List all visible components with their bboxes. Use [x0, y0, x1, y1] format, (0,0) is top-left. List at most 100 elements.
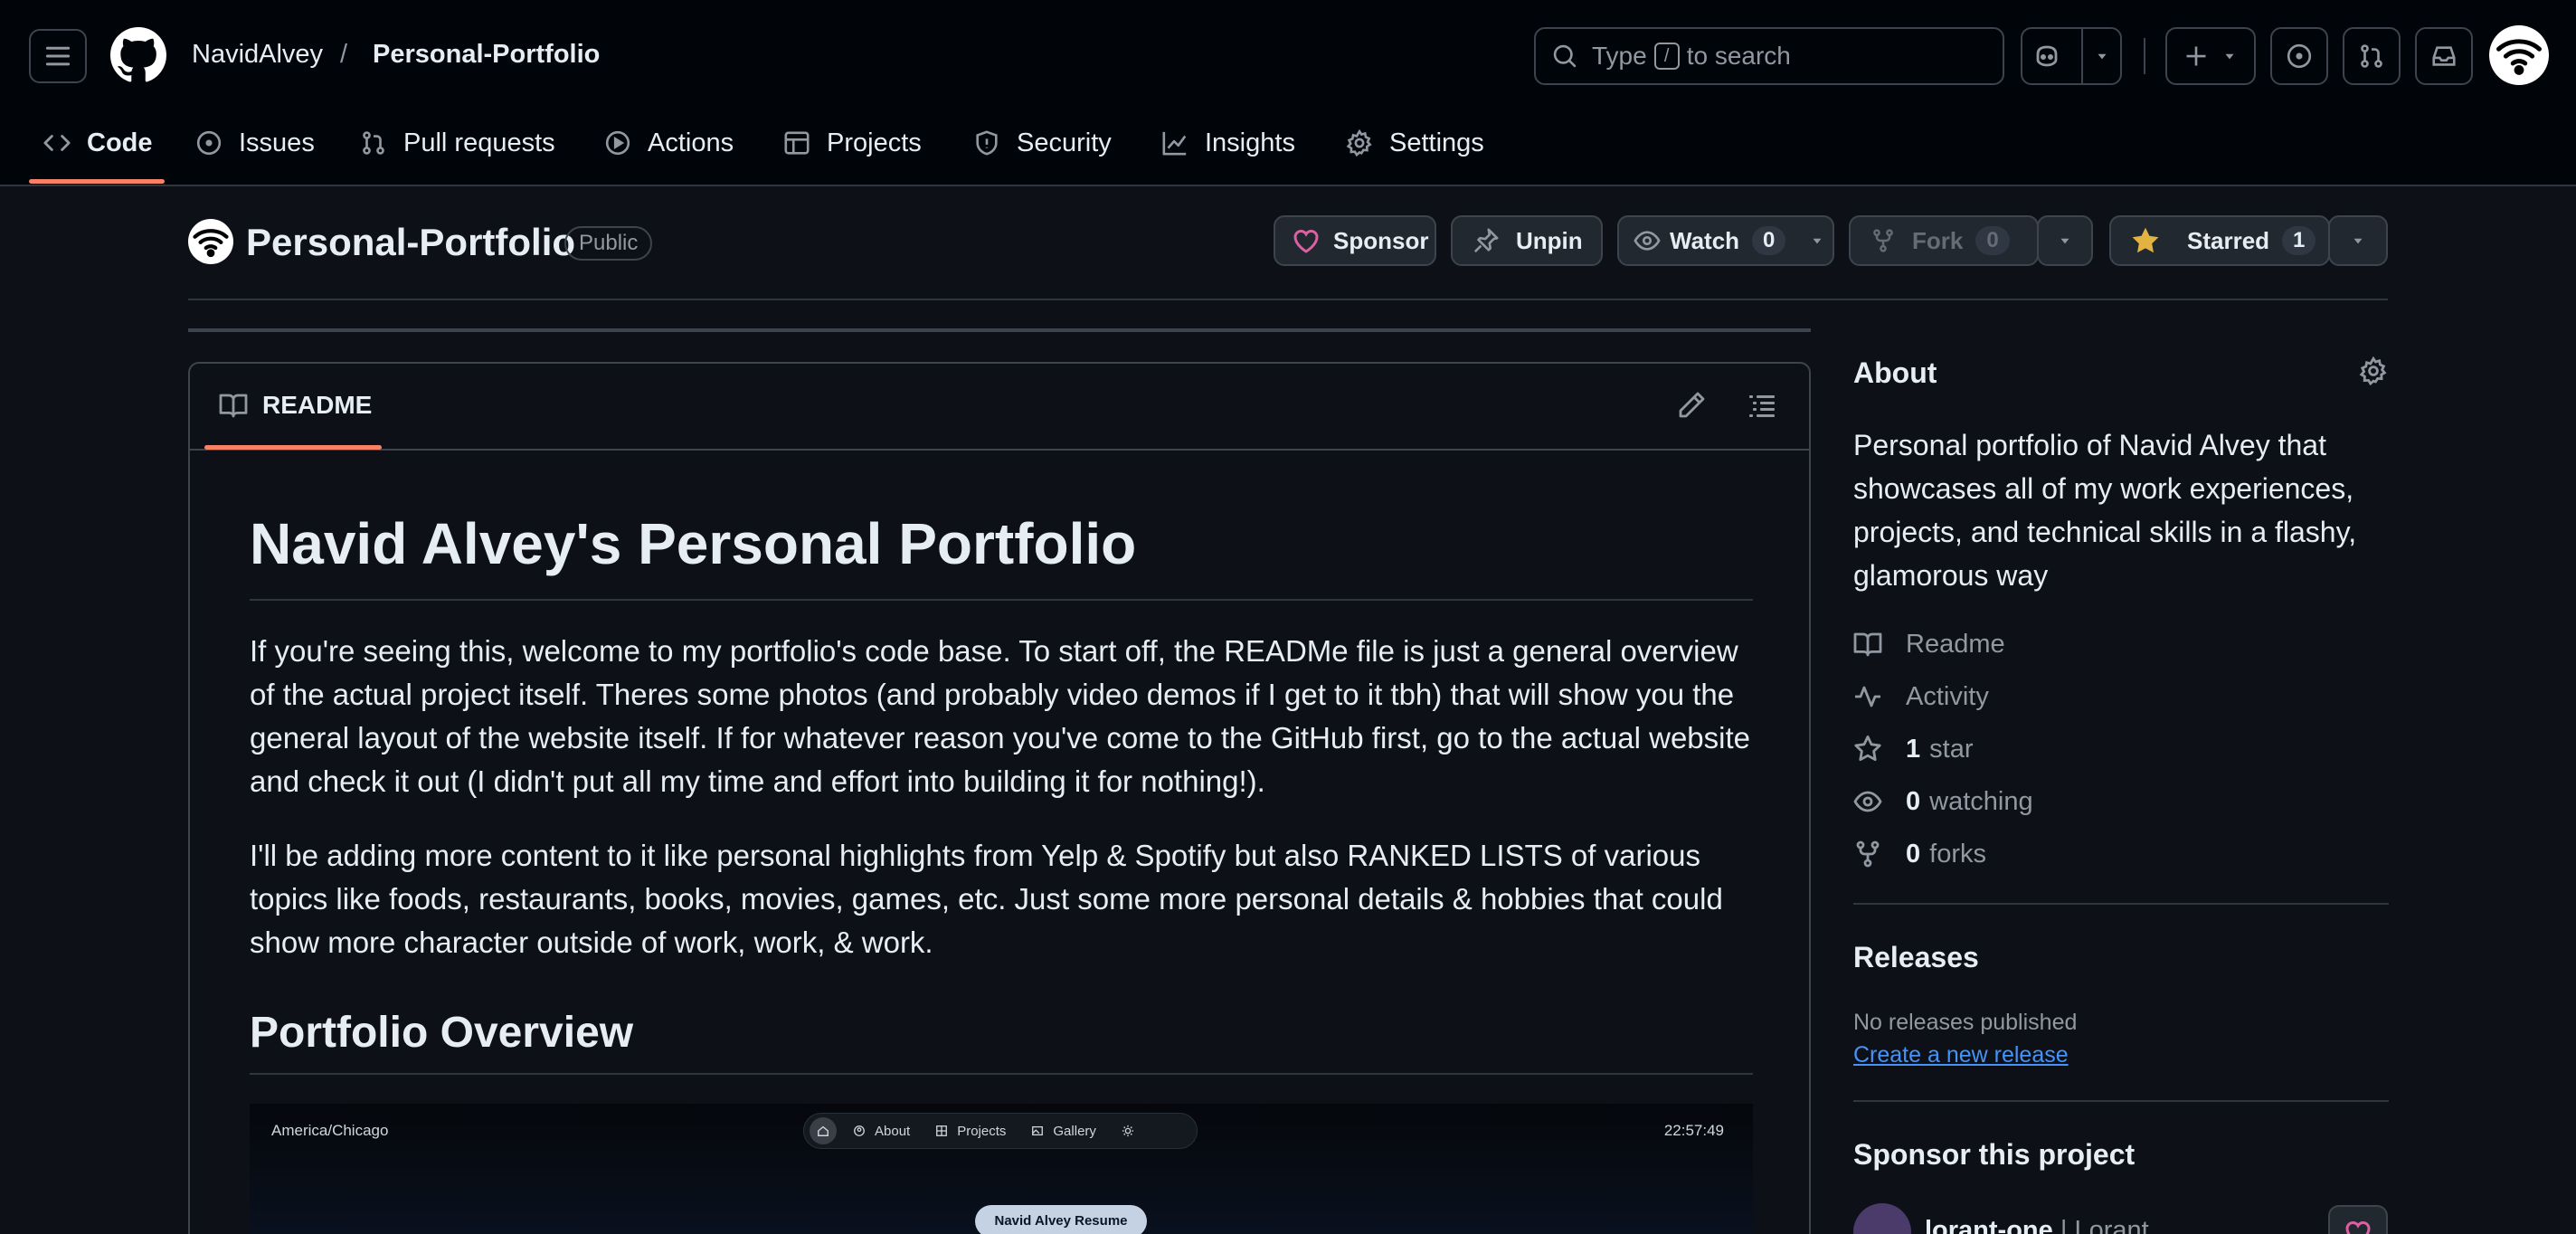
sidebar-readme-link[interactable]: Readme — [1853, 626, 2005, 662]
sponsor-user[interactable]: lorant-one | Lorant — [1925, 1216, 2149, 1234]
avatar[interactable] — [2489, 25, 2549, 85]
preview-nav-gallery: Gallery — [1053, 1123, 1096, 1139]
readme-tab-label: README — [262, 391, 373, 419]
watching-count: 0 — [1906, 786, 1921, 816]
tab-issues[interactable]: Issues — [195, 123, 315, 163]
issues-button[interactable] — [2270, 27, 2328, 85]
preview-nav-projects: Projects — [957, 1123, 1007, 1139]
copilot-icon — [2036, 45, 2058, 67]
sun-icon — [1122, 1125, 1134, 1137]
fork-icon — [1856, 840, 1880, 868]
fork-count: 0 — [1975, 226, 2010, 255]
heart-icon — [1293, 230, 1319, 253]
content-divider — [188, 328, 1811, 332]
unpin-label: Unpin — [1516, 226, 1583, 254]
chevron-down-icon[interactable] — [1809, 233, 1825, 249]
repo-header-divider — [188, 299, 2388, 300]
starred-label: Starred — [2187, 226, 2270, 254]
watch-label: Watch — [1670, 226, 1740, 254]
global-header: NavidAlvey / Personal-Portfolio Type / t… — [0, 0, 2576, 186]
starred-button[interactable]: Starred 1 — [2109, 215, 2330, 266]
plus-icon — [2186, 46, 2206, 66]
github-logo-icon[interactable] — [110, 27, 166, 83]
breadcrumb-repo[interactable]: Personal-Portfolio — [373, 40, 600, 70]
list-outline-icon[interactable] — [1747, 391, 1776, 420]
menu-button[interactable] — [29, 29, 87, 83]
stars-count: 1 — [1906, 734, 1921, 764]
fork-button[interactable]: Fork 0 — [1849, 215, 2039, 266]
chevron-down-icon — [2353, 238, 2363, 244]
active-tab-indicator — [29, 179, 165, 184]
chevron-down-icon[interactable] — [2094, 48, 2110, 64]
sidebar-divider — [1853, 903, 2389, 905]
sponsor-display-name: Lorant — [2074, 1216, 2149, 1234]
about-title: About — [1853, 356, 1937, 389]
wifi-icon — [193, 229, 229, 258]
tab-projects[interactable]: Projects — [783, 123, 922, 163]
unpin-button[interactable]: Unpin — [1451, 215, 1603, 266]
create-release-link[interactable]: Create a new release — [1853, 1042, 2069, 1068]
repo-title[interactable]: Personal-Portfolio — [246, 221, 575, 264]
tab-insights[interactable]: Insights — [1161, 123, 1295, 163]
watch-button[interactable]: Watch 0 — [1617, 215, 1834, 266]
sponsor-avatar[interactable] — [1853, 1203, 1911, 1234]
wifi-icon — [2496, 39, 2542, 75]
search-suffix: to search — [1686, 42, 1791, 70]
breadcrumb-owner[interactable]: NavidAlvey — [192, 40, 323, 70]
create-new-button[interactable] — [2165, 27, 2256, 85]
search-prefix: Type — [1592, 42, 1647, 70]
gear-icon[interactable] — [2359, 356, 2388, 385]
tab-projects-label: Projects — [827, 128, 922, 157]
forks-count: 0 — [1906, 839, 1921, 869]
sponsor-title: Sponsor this project — [1853, 1138, 2136, 1171]
pencil-icon[interactable] — [1677, 391, 1706, 420]
search-input[interactable]: Type / to search — [1534, 27, 2004, 85]
pull-requests-button[interactable] — [2343, 27, 2401, 85]
about-description: Personal portfolio of Navid Alvey that s… — [1853, 429, 2357, 592]
book-icon — [219, 394, 248, 418]
sponsor-username: lorant-one — [1925, 1216, 2053, 1234]
issue-icon — [196, 130, 222, 156]
code-icon — [43, 135, 71, 151]
tab-code[interactable]: Code — [43, 123, 153, 163]
star-count: 1 — [2282, 226, 2316, 255]
tab-actions[interactable]: Actions — [604, 123, 734, 163]
preview-clock: 22:57:49 — [1663, 1122, 1724, 1139]
tab-pull-requests-label: Pull requests — [403, 128, 555, 157]
releases-title[interactable]: Releases — [1853, 941, 1979, 974]
sponsor-button[interactable]: Sponsor — [1274, 215, 1436, 266]
pull-request-icon — [2361, 44, 2382, 68]
inbox-button[interactable] — [2415, 27, 2473, 85]
sidebar-activity-link[interactable]: Activity — [1853, 679, 1989, 715]
readme-tab-indicator — [204, 445, 382, 450]
tab-security[interactable]: Security — [973, 123, 1112, 163]
star-dropdown[interactable] — [2328, 215, 2388, 266]
image-icon — [1032, 1125, 1044, 1136]
tab-actions-label: Actions — [648, 128, 734, 157]
search-shortcut-key: / — [1653, 43, 1680, 70]
grid-icon — [936, 1125, 948, 1136]
copilot-button[interactable] — [2021, 27, 2122, 85]
sponsor-separator: | — [2060, 1216, 2075, 1234]
tab-settings-label: Settings — [1389, 128, 1484, 157]
title-rule — [250, 599, 1753, 601]
sidebar-stars-link[interactable]: 1 star — [1853, 731, 1973, 767]
readme-title: Navid Alvey's Personal Portfolio — [250, 511, 1137, 576]
eye-icon — [1634, 231, 1661, 251]
sponsor-heart-button[interactable] — [2328, 1205, 2388, 1234]
sponsor-label: Sponsor — [1333, 226, 1429, 254]
tab-settings[interactable]: Settings — [1346, 123, 1484, 163]
fork-icon — [1873, 229, 1893, 252]
preview-nav-about: About — [875, 1123, 911, 1139]
fork-dropdown[interactable] — [2037, 215, 2093, 266]
portfolio-screenshot: America/Chicago About Projects Gallery 2… — [250, 1104, 1753, 1234]
readme-tab[interactable]: README — [219, 391, 372, 420]
sidebar-watching-link[interactable]: 0 watching — [1853, 783, 2033, 820]
section-title: Portfolio Overview — [250, 1009, 634, 1057]
tab-pull-requests[interactable]: Pull requests — [360, 123, 555, 163]
issue-icon — [2287, 43, 2312, 69]
sidebar-readme-label: Readme — [1906, 629, 2005, 659]
readme-header: README — [190, 364, 1809, 451]
sidebar-forks-link[interactable]: 0 forks — [1853, 836, 1986, 872]
search-icon — [1553, 44, 1577, 68]
